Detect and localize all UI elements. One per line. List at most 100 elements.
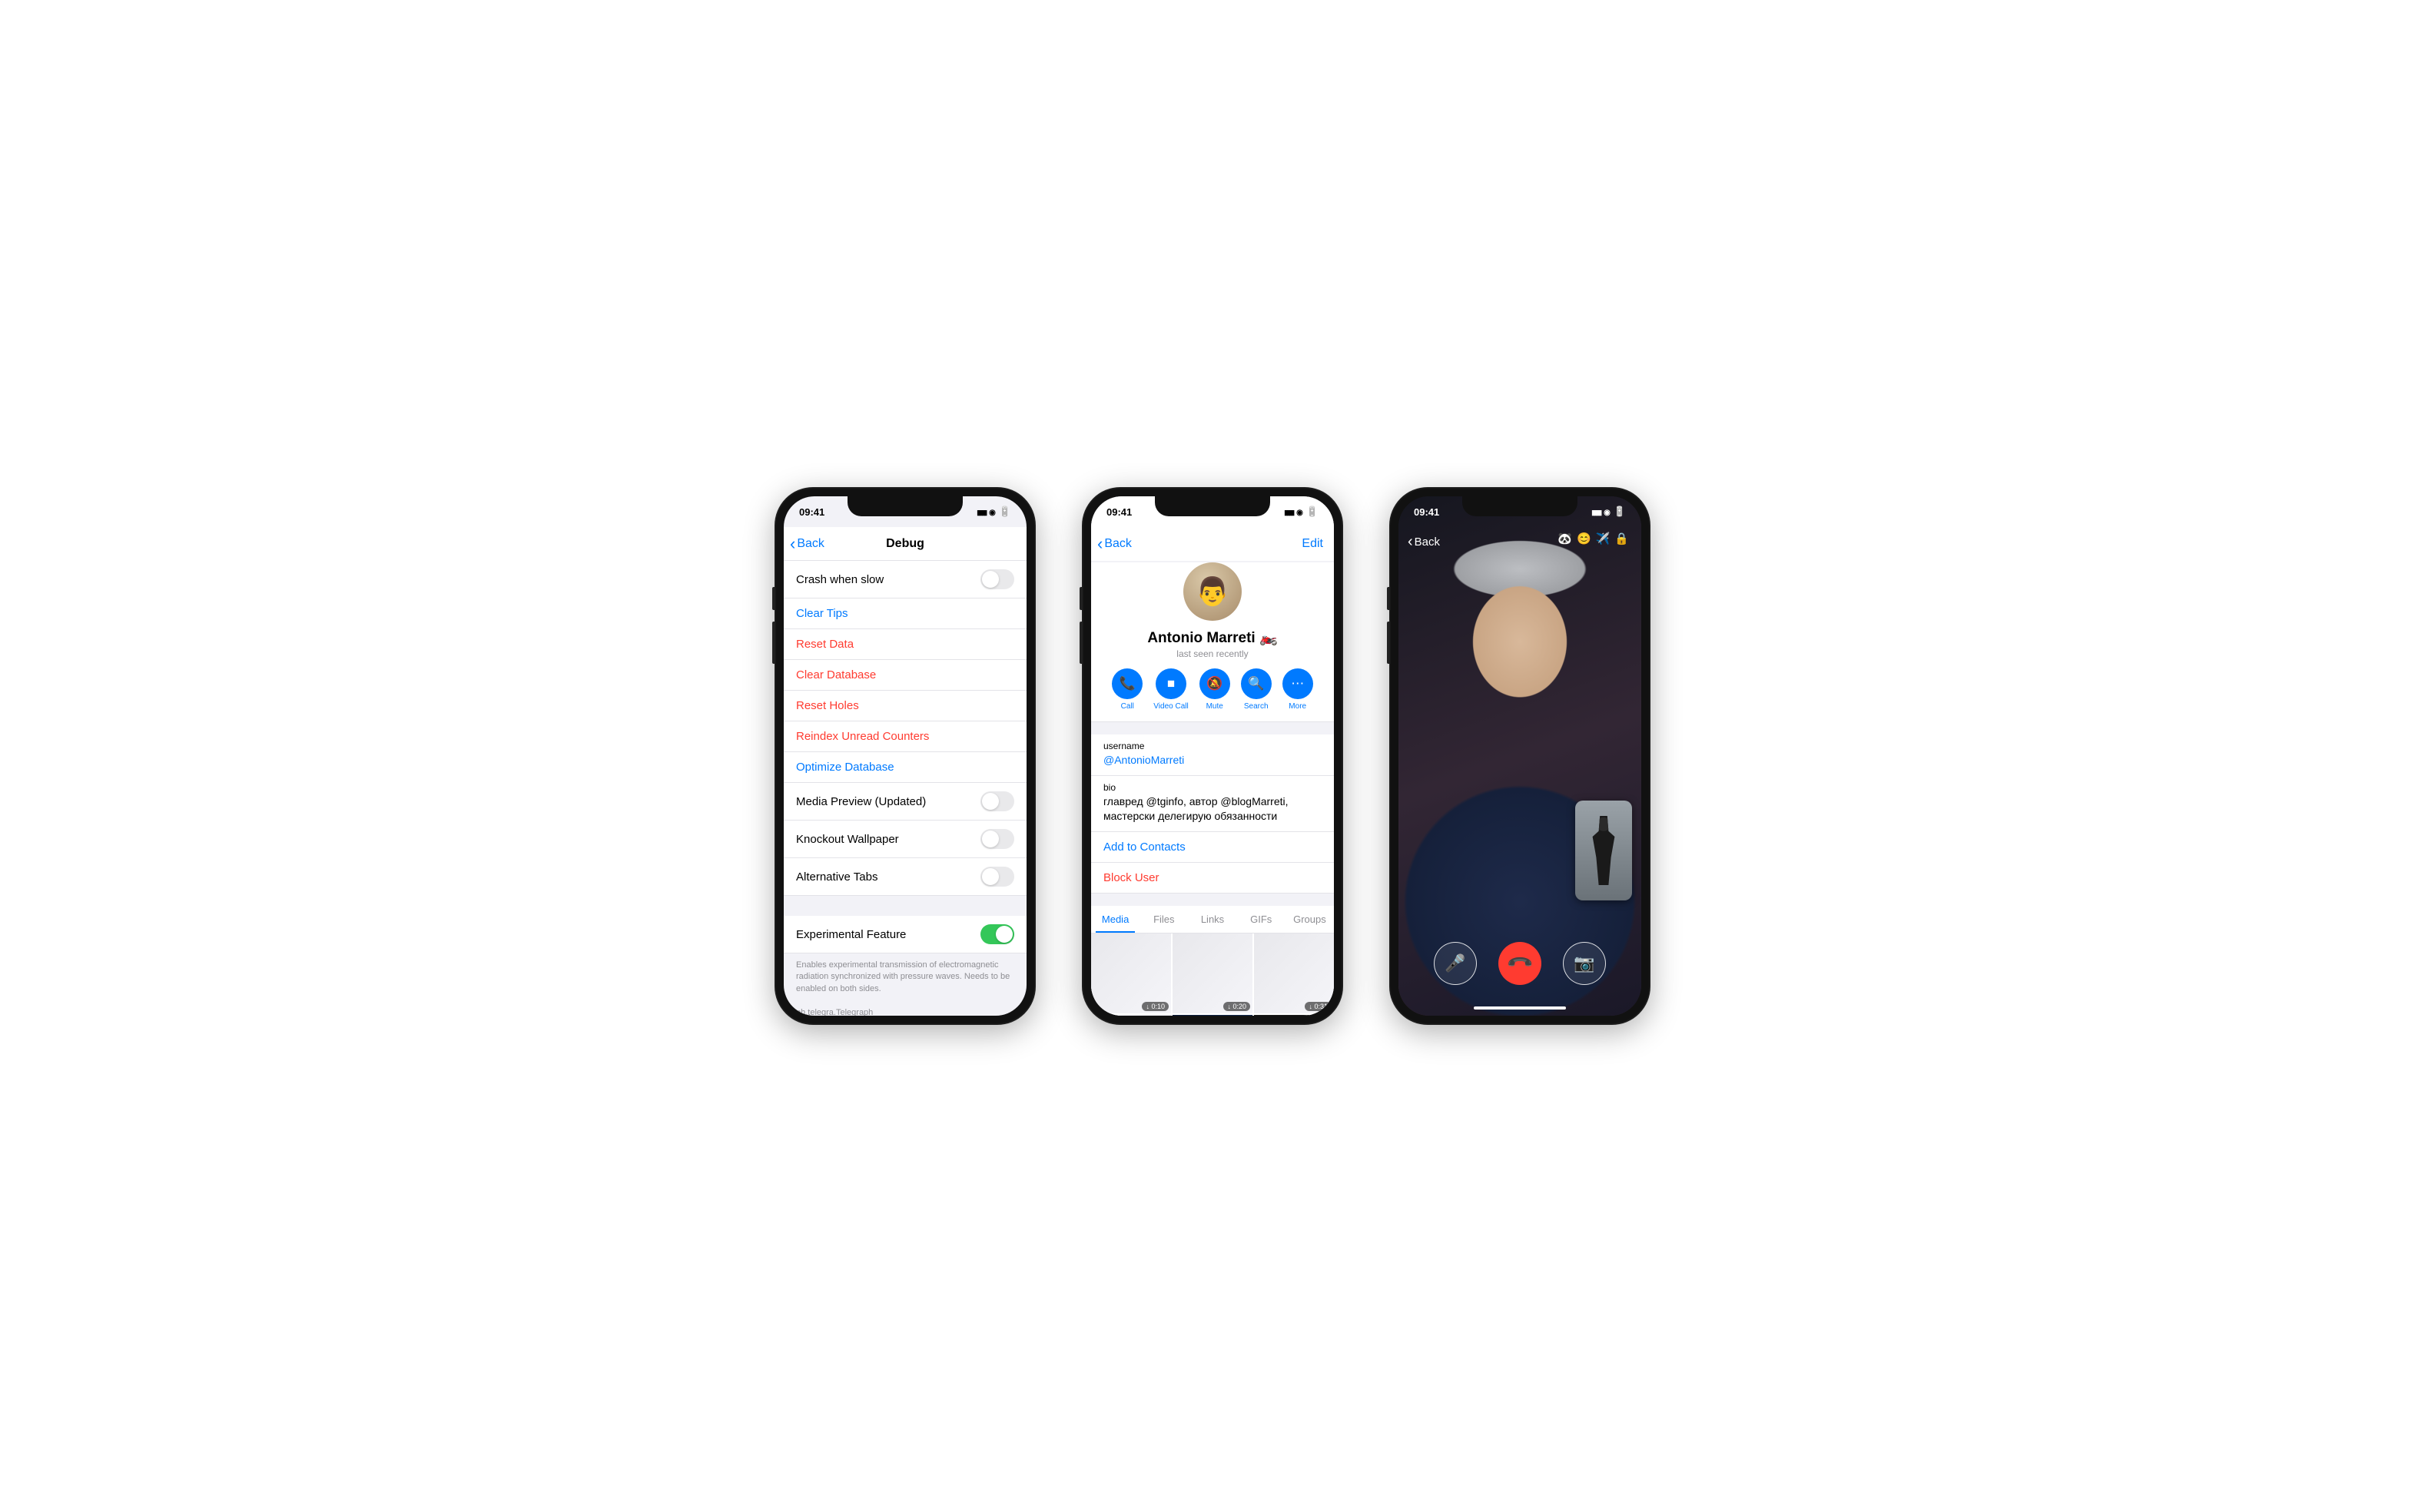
screen-video-call: 09:41 ‹ Back 🐼 😊 ✈️ 🔒 🎤 — [1398, 496, 1641, 1016]
row-reindex-unread[interactable]: Reindex Unread Counters — [784, 721, 1027, 752]
toggle-media-preview[interactable] — [980, 791, 1014, 811]
notch — [1155, 496, 1270, 516]
more-label: More — [1289, 702, 1306, 711]
profile-header: 👨 Antonio Marreti 🏍️ last seen recently … — [1091, 562, 1334, 722]
emoji-key-icon: 😊 — [1577, 532, 1591, 545]
mute-label: Mute — [1206, 702, 1223, 711]
tab-groups[interactable]: Groups — [1285, 906, 1334, 933]
status-time: 09:41 — [1106, 506, 1132, 518]
signal-icon — [1284, 506, 1293, 517]
info-block: username @AntonioMarreti bio главред @tg… — [1091, 734, 1334, 894]
experimental-description: Enables experimental transmission of ele… — [784, 953, 1027, 1001]
status-indicators — [1591, 506, 1626, 518]
row-reset-holes[interactable]: Reset Holes — [784, 691, 1027, 721]
name-text: Antonio Marreti — [1147, 630, 1255, 646]
row-alternative-tabs[interactable]: Alternative Tabs — [784, 858, 1027, 896]
video-call-button[interactable]: ■ Video Call — [1153, 668, 1188, 711]
back-button[interactable]: ‹ Back — [1408, 533, 1440, 551]
tab-links[interactable]: Links — [1188, 906, 1236, 933]
chevron-left-icon: ‹ — [1097, 534, 1103, 554]
status-time: 09:41 — [799, 506, 824, 518]
phone-mockup-debug: 09:41 ‹ Back Debug Crash when slow Clear… — [775, 487, 1036, 1025]
media-grid: ↓ 0:10 ↓ 0:20 ↓ 0:31 — [1091, 933, 1334, 1016]
media-item[interactable] — [1254, 1015, 1334, 1016]
back-button[interactable]: ‹ Back — [790, 534, 824, 554]
row-label: Reset Holes — [796, 699, 859, 712]
row-knockout-wallpaper[interactable]: Knockout Wallpaper — [784, 821, 1027, 858]
mute-icon: 🔕 — [1199, 668, 1230, 699]
home-indicator[interactable] — [1474, 1006, 1566, 1010]
media-item[interactable] — [1091, 1015, 1171, 1016]
back-button[interactable]: ‹ Back — [1097, 534, 1132, 554]
local-video-pip[interactable] — [1575, 801, 1632, 900]
row-experimental-feature[interactable]: Experimental Feature — [784, 916, 1027, 953]
row-crash-when-slow[interactable]: Crash when slow — [784, 561, 1027, 598]
row-clear-database[interactable]: Clear Database — [784, 660, 1027, 691]
bio-row: bio главред @tginfo, автор @blogMarreti,… — [1091, 776, 1334, 832]
profile-name: Antonio Marreti 🏍️ — [1091, 628, 1334, 647]
avatar[interactable]: 👨 — [1183, 562, 1242, 621]
back-label: Back — [1104, 537, 1132, 551]
media-duration: ↓ 0:20 — [1223, 1002, 1250, 1011]
flip-camera-button[interactable]: 📷 — [1563, 942, 1606, 985]
status-time: 09:41 — [1414, 506, 1439, 518]
row-clear-tips[interactable]: Clear Tips — [784, 598, 1027, 629]
chevron-left-icon: ‹ — [790, 534, 795, 554]
more-button[interactable]: ⋯ More — [1282, 668, 1313, 711]
battery-icon — [999, 506, 1011, 518]
block-user-button[interactable]: Block User — [1091, 863, 1334, 894]
local-person — [1591, 816, 1616, 885]
row-reset-data[interactable]: Reset Data — [784, 629, 1027, 660]
remote-video[interactable] — [1398, 496, 1641, 1016]
media-tabs: Media Files Links GIFs Groups — [1091, 906, 1334, 933]
call-label: Call — [1121, 702, 1134, 711]
lock-icon: 🔒 — [1614, 532, 1629, 545]
bio-label: bio — [1103, 782, 1322, 793]
search-button[interactable]: 🔍 Search — [1241, 668, 1272, 711]
action-row: 📞 Call ■ Video Call 🔕 Mute 🔍 Search ⋯ — [1091, 668, 1334, 711]
mute-button[interactable]: 🔕 Mute — [1199, 668, 1230, 711]
toggle-experimental[interactable] — [980, 924, 1014, 944]
status-indicators — [1284, 506, 1319, 518]
toggle-crash[interactable] — [980, 569, 1014, 589]
edit-button[interactable]: Edit — [1302, 537, 1328, 551]
phone-mockup-call: 09:41 ‹ Back 🐼 😊 ✈️ 🔒 🎤 — [1389, 487, 1650, 1025]
bundle-id: ph.telegra.Telegraph — [796, 1007, 1014, 1016]
media-item[interactable]: ↓ 0:31 — [1254, 933, 1334, 1013]
row-label: Clear Tips — [796, 607, 848, 620]
toggle-knockout[interactable] — [980, 829, 1014, 849]
nav-bar: ‹ Back Debug — [784, 527, 1027, 561]
add-to-contacts-button[interactable]: Add to Contacts — [1091, 832, 1334, 863]
section-gap — [784, 896, 1027, 916]
profile-status: last seen recently — [1091, 648, 1334, 659]
toggle-alt-tabs[interactable] — [980, 867, 1014, 887]
media-item[interactable]: ↓ 0:20 — [1173, 933, 1252, 1013]
hangup-icon: 📞 — [1505, 949, 1534, 978]
name-emoji: 🏍️ — [1259, 630, 1278, 646]
tab-gifs[interactable]: GIFs — [1237, 906, 1285, 933]
phone-mockup-profile: 09:41 ‹ Back Edit 👨 Antonio Marreti 🏍️ l… — [1082, 487, 1343, 1025]
media-item[interactable]: ↓ 0:10 — [1091, 933, 1171, 1013]
end-call-button[interactable]: 📞 — [1498, 942, 1541, 985]
row-label: Reindex Unread Counters — [796, 730, 929, 743]
wifi-icon — [1296, 506, 1303, 517]
call-button[interactable]: 📞 Call — [1112, 668, 1143, 711]
wifi-icon — [989, 506, 996, 517]
username-label: username — [1103, 741, 1322, 751]
video-label: Video Call — [1153, 702, 1188, 711]
search-label: Search — [1244, 702, 1269, 711]
row-media-preview[interactable]: Media Preview (Updated) — [784, 783, 1027, 821]
row-label: Reset Data — [796, 638, 854, 651]
row-label: Optimize Database — [796, 761, 894, 774]
screen-profile: 09:41 ‹ Back Edit 👨 Antonio Marreti 🏍️ l… — [1091, 496, 1334, 1016]
bio-value: главред @tginfo, автор @blogMarreti, мас… — [1103, 794, 1322, 824]
wifi-icon — [1604, 506, 1611, 517]
tab-files[interactable]: Files — [1140, 906, 1188, 933]
tab-media[interactable]: Media — [1091, 906, 1140, 933]
media-item[interactable] — [1173, 1015, 1252, 1016]
chevron-left-icon: ‹ — [1408, 533, 1413, 551]
emoji-key-icon: ✈️ — [1596, 532, 1611, 545]
mute-mic-button[interactable]: 🎤 — [1434, 942, 1477, 985]
row-optimize-database[interactable]: Optimize Database — [784, 752, 1027, 783]
username-row[interactable]: username @AntonioMarreti — [1091, 734, 1334, 776]
